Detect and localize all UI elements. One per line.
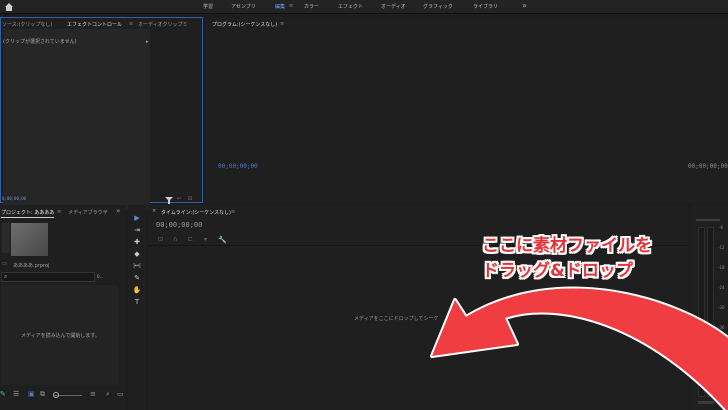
instruction-overlay: ここに素材ファイルを ドラッグ&ドロップ [482, 234, 652, 284]
overlay-line-1: ここに素材ファイルを [482, 236, 652, 256]
overlay-line-2: ドラッグ&ドロップ [482, 261, 633, 281]
drag-arrow-icon [430, 286, 728, 410]
